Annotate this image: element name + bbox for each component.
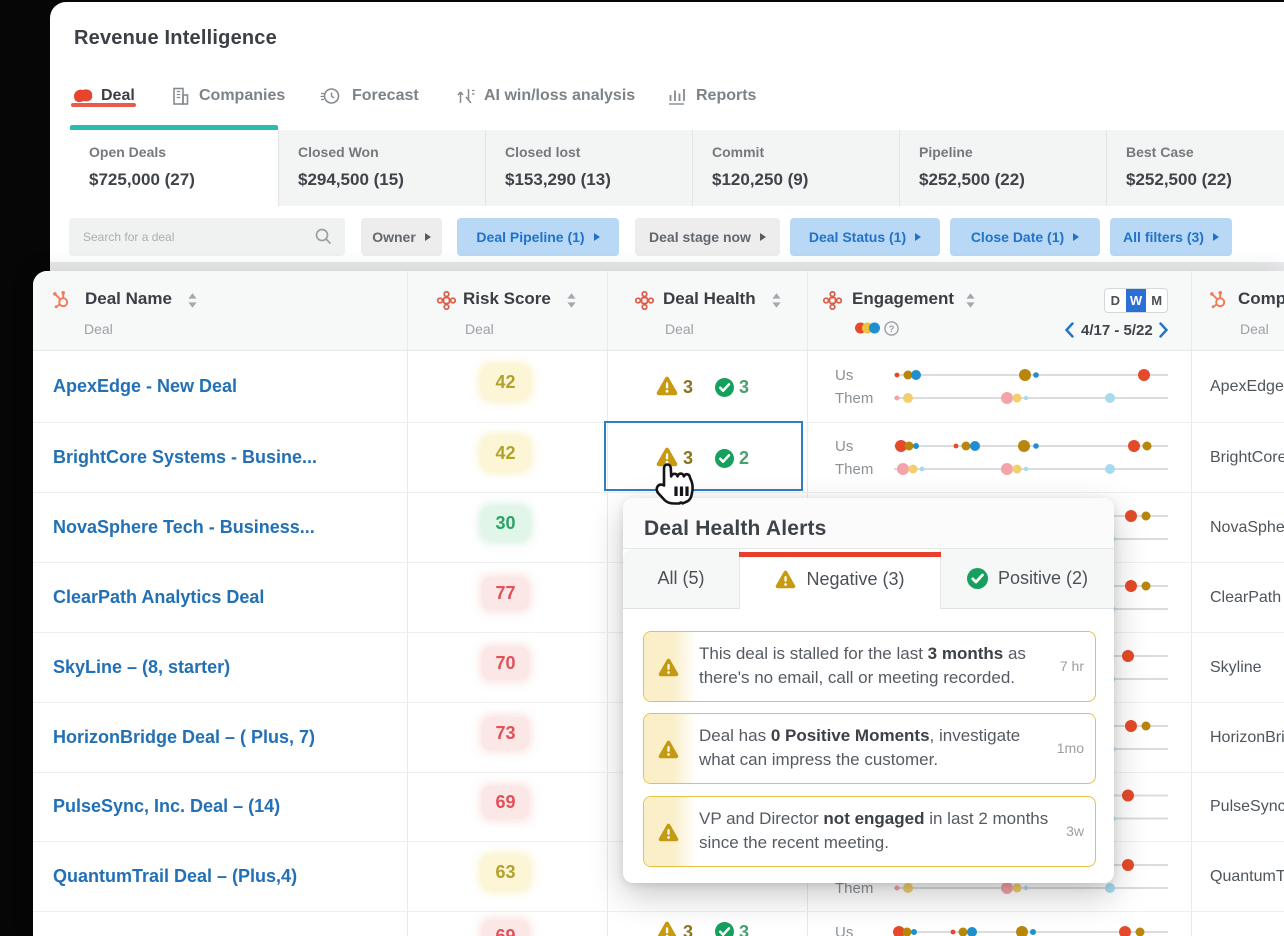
svg-text:?: ? [889, 324, 895, 335]
svg-text:Us: Us [835, 924, 853, 936]
svg-text:Them: Them [835, 390, 873, 407]
svg-text:Us: Us [835, 438, 853, 455]
svg-text:Them: Them [835, 461, 873, 478]
svg-text:Us: Us [835, 367, 853, 384]
